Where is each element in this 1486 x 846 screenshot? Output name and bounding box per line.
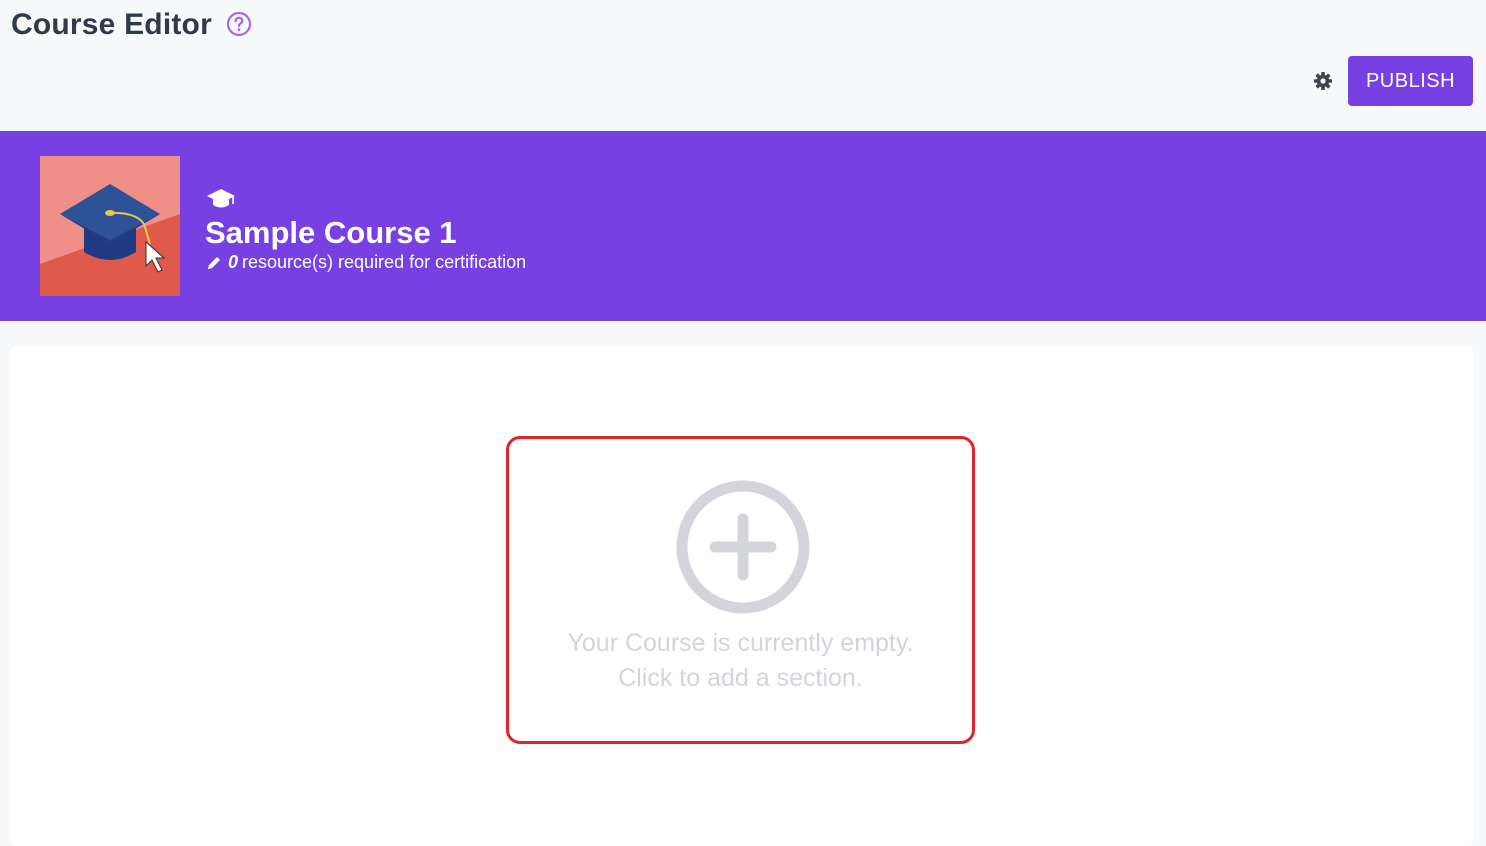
plus-circle-icon [676, 480, 810, 614]
add-section-button[interactable]: Your Course is currently empty. Click to… [506, 436, 975, 744]
graduation-cap-icon [207, 189, 235, 208]
empty-state-hint: Click to add a section. [618, 664, 863, 692]
course-title: Sample Course 1 [205, 215, 457, 250]
gear-icon[interactable] [1313, 71, 1333, 91]
course-banner: Sample Course 1 0 resource(s) required f… [0, 131, 1486, 321]
page-title: Course Editor [11, 8, 212, 41]
certification-requirement: 0 resource(s) required for certification [206, 252, 526, 273]
required-label: resource(s) required for certification [242, 252, 527, 272]
help-icon[interactable] [226, 11, 252, 37]
publish-button[interactable]: PUBLISH [1348, 56, 1473, 106]
course-thumbnail[interactable] [40, 156, 180, 296]
empty-state-message: Your Course is currently empty. [567, 629, 914, 657]
graduation-cap-image-icon [40, 156, 180, 296]
top-bar: Course Editor PUBLISH [0, 0, 1486, 131]
required-count: 0 [228, 252, 239, 272]
pencil-icon[interactable] [206, 255, 222, 271]
